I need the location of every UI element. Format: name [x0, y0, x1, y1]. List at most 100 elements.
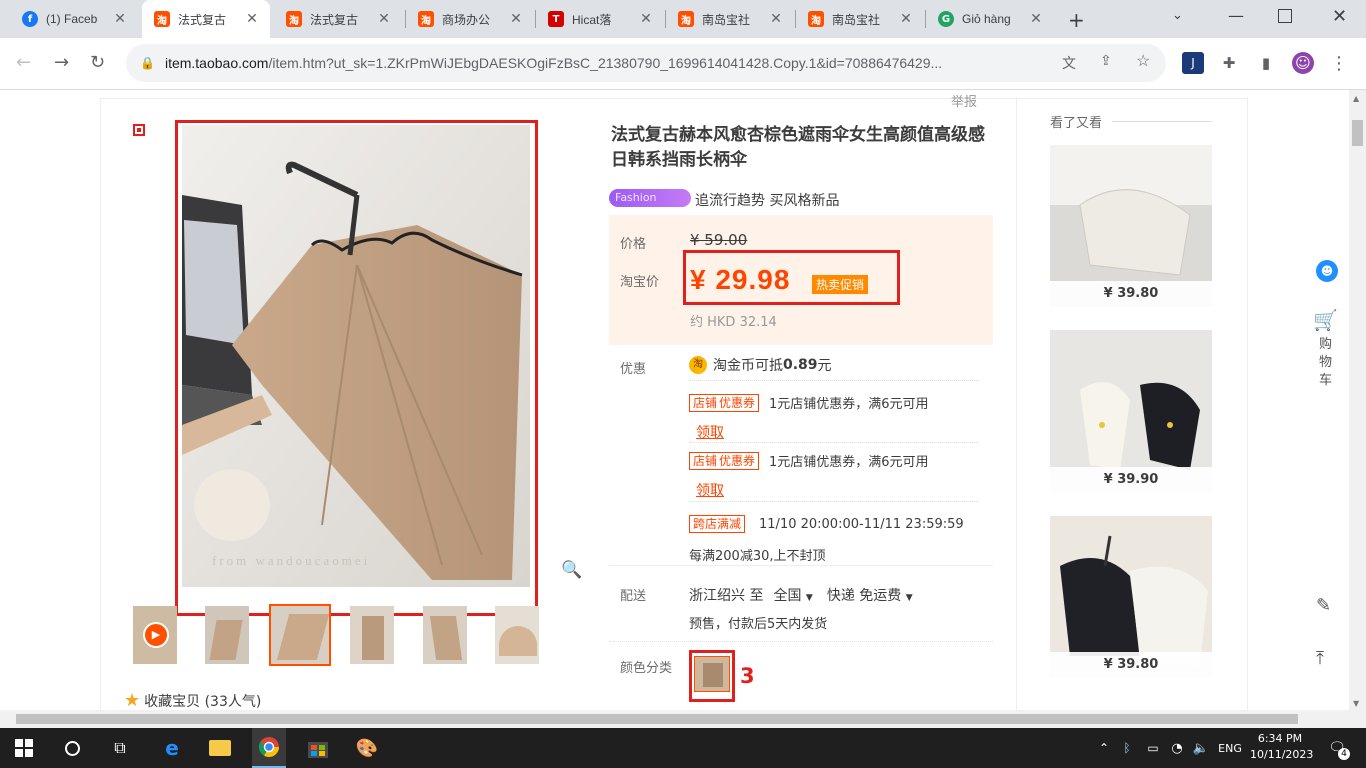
menu-kebab-icon[interactable]: ⋮ [1328, 52, 1350, 74]
puzzle-icon[interactable]: ✚ [1218, 52, 1240, 74]
back-icon[interactable]: ← [16, 52, 31, 73]
taobao-icon: 淘 [418, 11, 434, 27]
recommended-item[interactable]: ¥ 39.80 [1050, 145, 1212, 307]
ship-to-select[interactable]: 全国 ▼ [773, 585, 812, 605]
zoom-magnifier-icon[interactable]: 🔍 [561, 560, 582, 580]
tab-tmall[interactable]: T Hicat落 ✕ [536, 0, 664, 38]
minimize-icon[interactable]: — [1228, 6, 1244, 25]
fashion-text: 追流行趋势 买风格新品 [695, 193, 840, 209]
taobao-price-label: 淘宝价 [620, 275, 660, 290]
reload-icon[interactable]: ↻ [90, 52, 105, 73]
thumbnail[interactable] [205, 606, 249, 664]
thumbnail[interactable] [495, 606, 539, 664]
ship-method: 快递 免运费 [826, 588, 902, 604]
tab-taobao[interactable]: 淘 商场办公 ✕ [406, 0, 534, 38]
caret-down-icon: ▼ [905, 593, 913, 603]
recommended-item[interactable]: ¥ 39.90 [1050, 330, 1212, 493]
coin-suffix: 元 [817, 358, 832, 374]
profile-avatar[interactable]: ☺ [1292, 52, 1314, 74]
tab-search-icon[interactable]: ⌄ [1172, 8, 1183, 23]
claim-coupon-link[interactable]: 领取 [696, 480, 724, 500]
close-icon[interactable]: ✕ [112, 11, 128, 27]
close-icon[interactable]: ✕ [768, 11, 784, 27]
tab-taobao[interactable]: 淘 南岛宝社 ✕ [796, 0, 924, 38]
taobao-icon: 淘 [678, 11, 694, 27]
chrome-icon[interactable] [252, 728, 286, 768]
recommended-item[interactable]: ¥ 39.80 [1050, 516, 1212, 678]
cross-store-tag: 跨店满减 [689, 515, 746, 533]
store-icon[interactable] [304, 736, 332, 760]
taobao-icon: 淘 [154, 11, 170, 27]
close-icon[interactable]: ✕ [638, 11, 654, 27]
page-content: from wandoucaomei 🔍 ▶ ★ 收藏宝贝 (33人气) 举报 法… [0, 90, 1366, 710]
close-icon[interactable]: ✕ [508, 11, 524, 27]
tab-taobao-active[interactable]: 淘 法式复古 ✕ [142, 0, 270, 38]
vertical-scrollbar[interactable]: ▲ ▼ [1349, 90, 1366, 710]
favorite-link[interactable]: ★ 收藏宝贝 (33人气) [124, 690, 261, 710]
cross-store-row: 跨店满减 11/10 20:00:00-11/11 23:59:59 [689, 515, 964, 533]
ship-method-select[interactable]: 快递 免运费 ▼ [827, 585, 913, 605]
original-price: ¥ 59.00 [690, 231, 748, 249]
coupon-row: 店铺 优惠券 1元店铺优惠券，满6元可用 [689, 451, 929, 470]
report-link[interactable]: 举报 [951, 91, 977, 110]
new-tab-icon[interactable]: + [1068, 8, 1085, 32]
wifi-icon[interactable]: ◔ [1168, 736, 1186, 760]
volume-icon[interactable]: 🔈 [1192, 736, 1210, 760]
lock-icon: 🔒 [140, 56, 155, 70]
close-window-icon[interactable]: ✕ [1332, 6, 1347, 27]
forward-icon[interactable]: → [54, 52, 69, 73]
back-to-top-icon[interactable]: ⤒ [1316, 648, 1324, 669]
thumbnail-video[interactable]: ▶ [133, 606, 177, 664]
coupon-text: 1元店铺优惠券，满6元可用 [769, 455, 929, 470]
task-view-icon[interactable]: ⧉ [108, 736, 132, 760]
favorite-text: 收藏宝贝 (33人气) [144, 693, 262, 710]
tab-taobao[interactable]: 淘 南岛宝社 ✕ [666, 0, 794, 38]
close-icon[interactable]: ✕ [376, 11, 392, 27]
coin-prefix: 淘金币可抵 [713, 358, 783, 374]
claim-coupon-link[interactable]: 领取 [696, 422, 724, 442]
paint-app-icon[interactable]: 🎨 [352, 736, 382, 760]
thumbnail-selected[interactable] [269, 604, 331, 666]
edge-icon[interactable]: e [158, 736, 186, 760]
edit-feedback-icon[interactable]: ✎ [1316, 595, 1331, 616]
battery-icon[interactable]: ▭ [1144, 736, 1162, 760]
caret-down-icon: ▼ [805, 593, 813, 603]
close-icon[interactable]: ✕ [898, 11, 914, 27]
search-icon[interactable] [60, 736, 84, 760]
extension-icon[interactable]: J [1182, 52, 1204, 74]
close-icon[interactable]: ✕ [244, 11, 260, 27]
language-indicator[interactable]: ENG [1216, 736, 1244, 760]
taobao-icon: 淘 [286, 11, 302, 27]
item-price: ¥ 39.90 [1050, 467, 1212, 493]
tab-cart-site[interactable]: G Giỏ hàng ✕ [926, 0, 1054, 38]
horizontal-scrollbar[interactable] [0, 710, 1366, 728]
side-panel-icon[interactable]: ▮ [1255, 52, 1277, 74]
clock[interactable]: 6:34 PM 10/11/2023 [1250, 731, 1313, 763]
tmall-icon: T [548, 11, 564, 27]
clock-time: 6:34 PM [1257, 732, 1303, 745]
tab-title: 法式复古 [310, 12, 359, 27]
tab-facebook[interactable]: f (1) Faceb ✕ [10, 0, 138, 38]
close-icon[interactable]: ✕ [1028, 11, 1044, 27]
restore-icon[interactable] [1278, 9, 1292, 23]
bookmark-star-icon[interactable]: ☆ [1136, 51, 1150, 71]
hkd-price: 约 HKD 32.14 [690, 315, 777, 330]
customer-service-icon[interactable]: ☻ [1316, 260, 1338, 282]
coupon-text: 1元店铺优惠券，满6元可用 [769, 397, 929, 412]
cart-icon[interactable]: 🛒 [1313, 308, 1338, 332]
tab-title: 南岛宝社 [702, 12, 751, 27]
show-hidden-icons[interactable]: ⌃ [1096, 736, 1112, 760]
cart-site-icon: G [938, 11, 954, 27]
windows-start-icon[interactable] [12, 736, 36, 760]
file-explorer-icon[interactable] [206, 736, 234, 760]
share-icon[interactable]: ⇪ [1100, 52, 1112, 69]
translate-icon[interactable]: 文 [1062, 53, 1076, 73]
notification-count: 4 [1338, 748, 1350, 760]
url-bar[interactable]: 🔒 item.taobao.com /item.htm?ut_sk=1.ZKrP… [126, 44, 1166, 82]
thumbnail[interactable] [423, 606, 467, 664]
tab-taobao[interactable]: 淘 法式复古 ✕ [274, 0, 402, 38]
cross-store-text: 每满200减30,上不封顶 [689, 549, 826, 564]
thumbnail[interactable] [350, 606, 394, 664]
bluetooth-icon[interactable]: ᛒ [1120, 736, 1134, 760]
cart-label[interactable]: 购物车 [1319, 336, 1333, 390]
